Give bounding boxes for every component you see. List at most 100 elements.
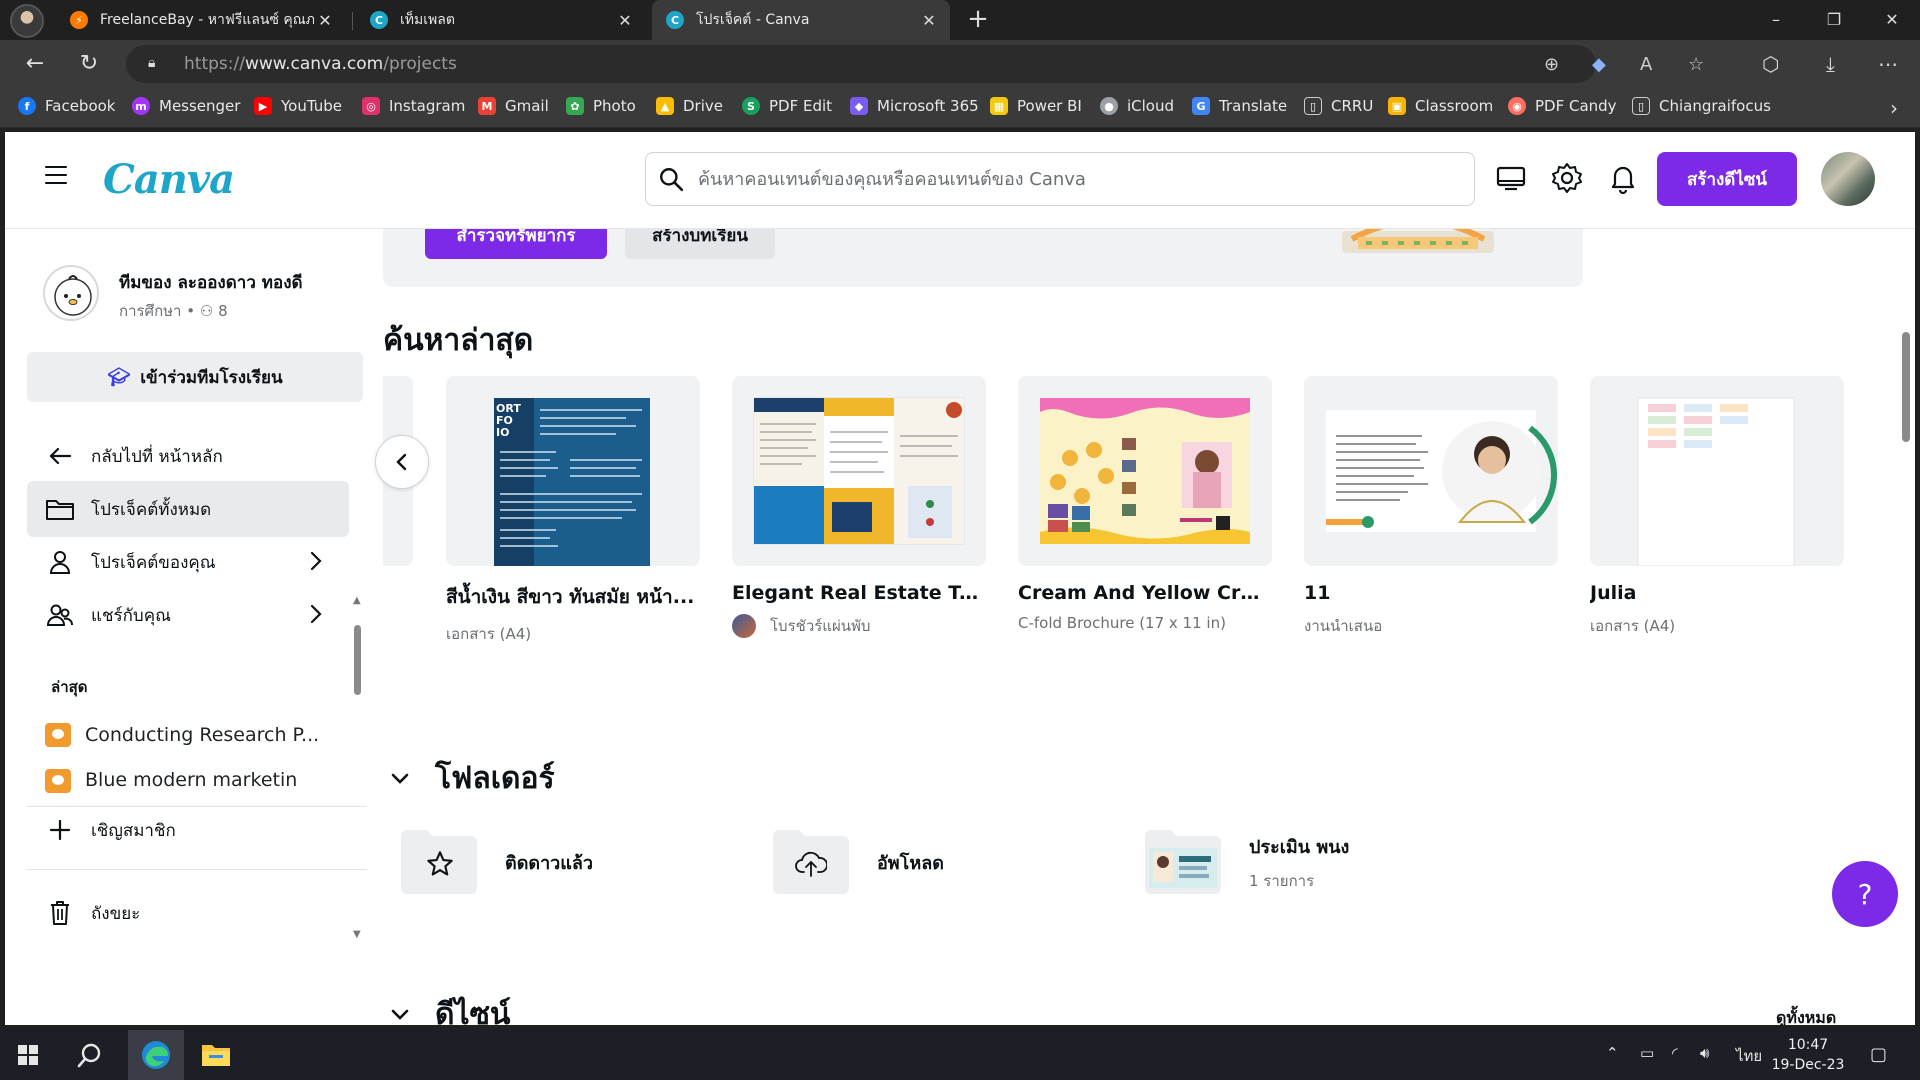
designs-section-toggle[interactable]: ดีไซน์	[391, 991, 510, 1025]
chevron-down-icon	[391, 1009, 415, 1021]
bookmark-messenger[interactable]: m Messenger	[132, 97, 240, 115]
design-card[interactable]: 11 งานนำเสนอ	[1304, 376, 1558, 638]
chevron-down-icon	[391, 773, 415, 785]
bookmark-power-bi[interactable]: ▦ Power BI	[990, 97, 1082, 115]
search-box[interactable]	[645, 152, 1475, 206]
carousel-prev-button[interactable]	[375, 435, 429, 489]
bookmark-gmail[interactable]: M Gmail	[478, 97, 549, 115]
bookmark-pdf-candy[interactable]: ◉ PDF Candy	[1508, 97, 1617, 115]
recent-design-item[interactable]: Blue modern marketin	[27, 769, 349, 799]
help-button[interactable]: ?	[1832, 861, 1898, 927]
bookmark-translate[interactable]: G Translate	[1192, 97, 1287, 115]
input-language[interactable]: ไทย	[1736, 1044, 1762, 1068]
page-icon: ▯	[1304, 97, 1322, 115]
bookmark-youtube[interactable]: ▶ YouTube	[254, 97, 342, 115]
bookmark-crru[interactable]: ▯ CRRU	[1304, 97, 1373, 115]
sidebar-item-shared-with-you[interactable]: แชร์กับคุณ	[27, 587, 349, 643]
chevron-right-icon[interactable]: ›	[1890, 96, 1898, 120]
favorite-star-icon[interactable]: ☆	[1688, 54, 1704, 75]
design-card[interactable]: Cream And Yellow Creati... C-fold Brochu…	[1018, 376, 1272, 632]
bookmark-pdf-edit[interactable]: S PDF Edit	[742, 97, 832, 115]
zoom-icon[interactable]: ⊕	[1544, 54, 1559, 75]
design-type: เอกสาร (A4)	[1590, 617, 1676, 635]
bookmark-instagram[interactable]: ◎ Instagram	[362, 97, 465, 115]
system-clock[interactable]: 10:47 19-Dec-23	[1762, 1035, 1854, 1075]
bookmark-chiangraifocus[interactable]: ▯ Chiangraifocus	[1632, 97, 1771, 115]
create-design-button[interactable]: สร้างดีไซน์	[1657, 152, 1797, 206]
restore-icon[interactable]: ❐	[1806, 0, 1862, 40]
minimize-icon[interactable]: –	[1748, 0, 1804, 40]
divider	[27, 869, 367, 870]
wifi-icon[interactable]: ◜	[1672, 1044, 1678, 1062]
search-input[interactable]	[698, 163, 1458, 195]
join-school-team-button[interactable]: 🎓︎ เข้าร่วมทีมโรงเรียน	[27, 352, 363, 402]
battery-icon[interactable]: ▭	[1640, 1044, 1654, 1062]
create-lesson-button[interactable]: สร้างบทเรียน	[625, 229, 775, 259]
bookmark-drive[interactable]: ▲ Drive	[656, 97, 723, 115]
reload-icon[interactable]: ↻	[72, 48, 106, 80]
close-tab-icon[interactable]: ✕	[614, 11, 636, 30]
close-tab-icon[interactable]: ✕	[314, 11, 336, 30]
close-tab-icon[interactable]: ✕	[918, 11, 940, 30]
folder-starred[interactable]: ติดดาวแล้ว	[399, 827, 593, 897]
explore-resources-button[interactable]: สำรวจทรัพยากร	[425, 229, 607, 259]
recent-design-item[interactable]: Conducting Research P...	[27, 713, 349, 757]
bookmark-photo[interactable]: ✿ Photo	[566, 97, 636, 115]
bookmark-facebook[interactable]: f Facebook	[18, 97, 115, 115]
tray-overflow-chevron-icon[interactable]: ⌃	[1606, 1044, 1619, 1062]
design-card[interactable]: Elegant Real Estate Trifol... โบรชัวร์แผ…	[732, 376, 986, 638]
designs-heading: ดีไซน์	[435, 997, 511, 1025]
sidebar-item-your-projects[interactable]: โปรเจ็คต์ของคุณ	[27, 534, 349, 590]
tab-templates[interactable]: C เท็มเพลต ✕	[356, 0, 646, 40]
sidebar-item-invite-members[interactable]: เชิญสมาชิก	[27, 802, 349, 858]
sidebar-item-all-projects[interactable]: โปรเจ็คต์ทั้งหมด	[27, 481, 349, 537]
back-arrow-icon[interactable]: ←	[18, 48, 52, 80]
scroll-up-icon[interactable]: ▲	[353, 595, 361, 606]
volume-icon[interactable]: 🔊︎	[1700, 1044, 1709, 1062]
folders-section-toggle[interactable]: โฟลเดอร์	[391, 755, 555, 802]
recent-heading: ค้นหาล่าสุด	[383, 323, 534, 358]
sidebar-item-trash[interactable]: ถังขยะ	[27, 885, 349, 941]
coupon-tag-icon[interactable]: ◆	[1592, 54, 1606, 75]
design-card[interactable]: ORT FO IO สีน้ำเงิน สีขาว ทันสมัย หน้า..…	[446, 376, 700, 646]
read-aloud-icon[interactable]: A	[1640, 54, 1652, 75]
design-card[interactable]: Julia เอกสาร (A4)	[1590, 376, 1844, 638]
sidebar-scroll-thumb[interactable]	[354, 625, 361, 695]
folder-name: ติดดาวแล้ว	[505, 852, 594, 874]
new-tab-button[interactable]: +	[962, 4, 994, 36]
url-field[interactable]: 🔒︎ https://www.canva.com/projects ⊕ ◆ A …	[126, 45, 1704, 83]
taskbar-edge[interactable]	[128, 1030, 184, 1080]
browser-profile-avatar[interactable]	[10, 4, 44, 38]
start-button[interactable]	[0, 1030, 56, 1080]
sidebar-item-back-home[interactable]: กลับไปที่ หน้าหลัก	[27, 428, 349, 484]
folders-heading: โฟลเดอร์	[435, 761, 555, 796]
microsoft-365-icon: ◆	[850, 97, 868, 115]
settings-gear-icon[interactable]	[1549, 160, 1585, 196]
notifications-icon[interactable]: ▢	[1870, 1044, 1887, 1065]
user-avatar[interactable]	[1821, 152, 1875, 206]
browser-menu-icon[interactable]: ⋯	[1878, 52, 1898, 76]
taskbar-file-explorer[interactable]	[188, 1030, 244, 1080]
team-avatar	[43, 265, 99, 321]
folder-uploads[interactable]: อัพโหลด	[771, 827, 944, 897]
bookmark-microsoft-365[interactable]: ◆ Microsoft 365	[850, 97, 979, 115]
drive-icon: ▲	[656, 97, 674, 115]
menu-hamburger-icon[interactable]	[45, 166, 67, 186]
tab-freelancebay[interactable]: ⚡ FreelanceBay - หาฟรีแลนซ์ คุณภาพ ✕	[56, 0, 346, 40]
bookmarks-bar: f Facebook m Messenger ▶ YouTube ◎ Instagram…	[0, 88, 1920, 128]
main-scroll-thumb[interactable]	[1902, 332, 1910, 442]
desktop-app-icon[interactable]	[1493, 160, 1529, 196]
extensions-icon[interactable]: ⬡	[1762, 52, 1779, 76]
bookmark-icloud[interactable]: ● iCloud	[1100, 97, 1174, 115]
canva-logo[interactable]: Canva	[103, 156, 235, 203]
downloads-icon[interactable]: ⤓	[1826, 52, 1835, 76]
scroll-down-icon[interactable]: ▼	[353, 929, 361, 940]
bookmark-classroom[interactable]: ▣ Classroom	[1388, 97, 1493, 115]
taskbar-search-button[interactable]	[62, 1030, 118, 1080]
see-all-link[interactable]: ดูทั้งหมด	[1776, 1006, 1836, 1025]
window-close-icon[interactable]: ✕	[1864, 0, 1920, 40]
design-thumbnail	[732, 376, 986, 566]
folder-evaluation[interactable]: ประเมิน พนง 1 รายการ	[1143, 827, 1349, 897]
notifications-bell-icon[interactable]	[1605, 160, 1641, 196]
tab-canva-projects[interactable]: C โปรเจ็คต์ - Canva ✕	[652, 0, 950, 40]
